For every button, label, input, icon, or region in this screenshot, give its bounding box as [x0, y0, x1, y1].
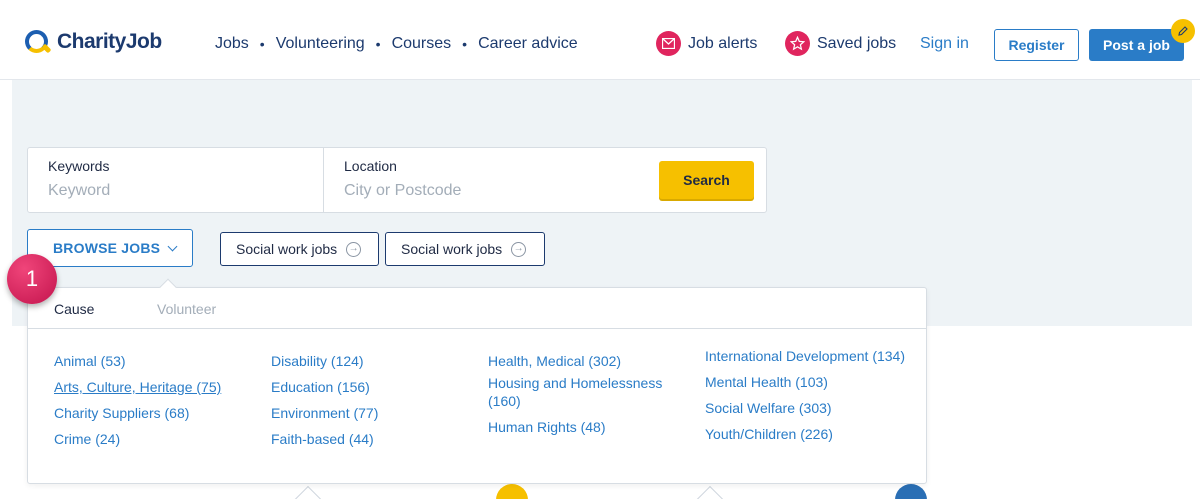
nav-jobs[interactable]: Jobs: [215, 35, 249, 53]
decorative-shape: [496, 484, 528, 499]
site-header: CharityJob Jobs • Volunteering • Courses…: [0, 0, 1200, 80]
tag-label: Social work jobs: [236, 241, 338, 257]
location-label: Location: [344, 158, 397, 174]
cause-link[interactable]: Human Rights (48): [488, 418, 688, 436]
cause-link[interactable]: Housing and Homelessness (160): [488, 374, 688, 410]
tag-label: Social work jobs: [401, 241, 503, 257]
keywords-label: Keywords: [48, 158, 110, 174]
keywords-field: Keywords: [28, 148, 324, 212]
cause-column: Health, Medical (302) Housing and Homele…: [488, 352, 688, 444]
nav-volunteering[interactable]: Volunteering: [276, 35, 365, 53]
nav-separator: •: [462, 36, 468, 52]
keywords-input[interactable]: [48, 182, 288, 200]
saved-jobs-link[interactable]: Saved jobs: [785, 31, 896, 56]
cause-column: Disability (124) Education (156) Environ…: [271, 352, 471, 456]
cause-link[interactable]: Disability (124): [271, 352, 471, 370]
dropdown-tabs: Cause Volunteer: [28, 288, 926, 329]
cause-link[interactable]: Faith-based (44): [271, 430, 471, 448]
cause-link[interactable]: International Development (134): [705, 347, 905, 365]
decorative-shape: [695, 485, 725, 499]
decorative-shape: [895, 484, 927, 499]
star-icon: [785, 31, 810, 56]
job-alerts-link[interactable]: Job alerts: [656, 31, 757, 56]
charityjob-logo[interactable]: CharityJob: [24, 28, 162, 56]
job-alerts-label: Job alerts: [688, 34, 758, 52]
envelope-icon: [656, 31, 681, 56]
chevron-down-icon: [167, 241, 178, 251]
cause-link[interactable]: Arts, Culture, Heritage (75): [54, 378, 254, 396]
logo-magnifier-icon: [24, 28, 52, 56]
saved-jobs-label: Saved jobs: [817, 34, 897, 52]
cause-link[interactable]: Youth/Children (226): [705, 425, 905, 443]
cause-link[interactable]: Health, Medical (302): [488, 352, 688, 370]
sign-in-link[interactable]: Sign in: [920, 35, 969, 53]
cause-link[interactable]: Crime (24): [54, 430, 254, 448]
nav-courses[interactable]: Courses: [392, 35, 452, 53]
browse-jobs-button[interactable]: BROWSE JOBS: [27, 229, 193, 267]
cause-link[interactable]: Social Welfare (303): [705, 399, 905, 417]
cause-link[interactable]: Charity Suppliers (68): [54, 404, 254, 422]
job-search-form: Keywords Location Search: [27, 147, 767, 213]
main-nav: Jobs • Volunteering • Courses • Career a…: [215, 35, 578, 53]
cause-link[interactable]: Environment (77): [271, 404, 471, 422]
step-number-badge: 1: [7, 254, 57, 304]
cause-column: Animal (53) Arts, Culture, Heritage (75)…: [54, 352, 254, 456]
post-job-button[interactable]: Post a job: [1089, 29, 1184, 61]
pencil-icon: [1171, 19, 1195, 43]
tab-cause[interactable]: Cause: [54, 301, 94, 317]
register-button[interactable]: Register: [994, 29, 1079, 61]
decorative-shape: [293, 485, 323, 499]
location-field: Location: [324, 148, 654, 212]
logo-text: CharityJob: [57, 30, 162, 53]
cause-link[interactable]: Mental Health (103): [705, 373, 905, 391]
tab-volunteer[interactable]: Volunteer: [157, 301, 216, 317]
nav-separator: •: [375, 36, 381, 52]
browse-jobs-dropdown: Cause Volunteer Animal (53) Arts, Cultur…: [27, 278, 927, 484]
social-work-jobs-button[interactable]: Social work jobs →: [385, 232, 545, 266]
nav-career-advice[interactable]: Career advice: [478, 35, 578, 53]
cause-link[interactable]: Education (156): [271, 378, 471, 396]
browse-jobs-label: BROWSE JOBS: [53, 240, 161, 256]
search-button[interactable]: Search: [659, 161, 754, 199]
location-input[interactable]: [344, 182, 584, 200]
social-work-jobs-button[interactable]: Social work jobs →: [220, 232, 379, 266]
cause-link[interactable]: Animal (53): [54, 352, 254, 370]
cause-column: International Development (134) Mental H…: [705, 347, 905, 451]
arrow-right-circle-icon: →: [346, 241, 362, 257]
arrow-right-circle-icon: →: [511, 241, 527, 257]
nav-separator: •: [259, 36, 265, 52]
